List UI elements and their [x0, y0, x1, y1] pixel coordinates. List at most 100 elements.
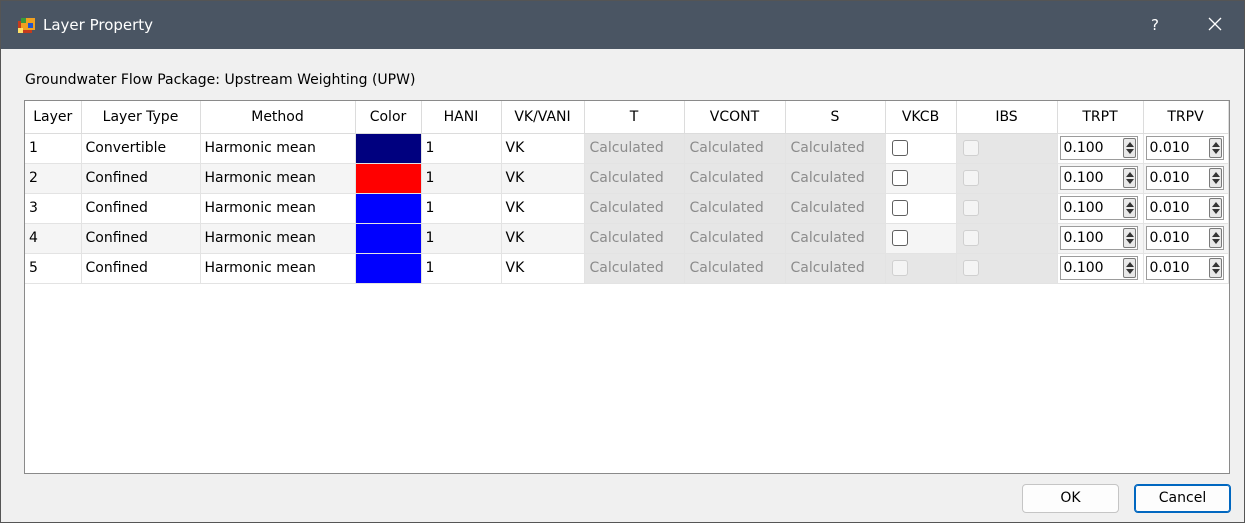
color-swatch[interactable]: [355, 133, 420, 162]
cell-color[interactable]: [355, 193, 422, 224]
spin-down-arrow-icon[interactable]: [1125, 179, 1134, 184]
cell-method[interactable]: Harmonic mean: [200, 223, 356, 254]
cell-color[interactable]: [355, 163, 422, 194]
spin-buttons[interactable]: [1208, 258, 1222, 278]
trpt-value[interactable]: 0.100: [1064, 260, 1104, 277]
spin-up-arrow-icon[interactable]: [1211, 232, 1220, 237]
cell-vk-vani[interactable]: VK: [501, 133, 585, 164]
spin-down-arrow-icon[interactable]: [1211, 269, 1220, 274]
cell-layer[interactable]: 2: [25, 163, 82, 194]
cell-trpt[interactable]: 0.100: [1057, 193, 1144, 224]
cell-trpt[interactable]: 0.100: [1057, 163, 1144, 194]
column-header-t[interactable]: T: [584, 101, 685, 134]
spin-up-arrow-icon[interactable]: [1125, 172, 1134, 177]
cell-layer[interactable]: 5: [25, 253, 82, 284]
cell-method[interactable]: Harmonic mean: [200, 193, 356, 224]
column-header-trpt[interactable]: TRPT: [1057, 101, 1144, 134]
spin-buttons[interactable]: [1122, 198, 1136, 218]
cell-vkcb[interactable]: [885, 133, 957, 164]
trpv-value[interactable]: 0.010: [1150, 260, 1190, 277]
table-row[interactable]: 1 Convertible Harmonic mean 1 VK Calculated Ca…: [25, 133, 1229, 164]
cell-hani[interactable]: 1: [421, 253, 502, 284]
trpv-spinbox[interactable]: 0.010: [1145, 166, 1224, 190]
trpv-spinbox[interactable]: 0.010: [1145, 256, 1224, 280]
trpt-value[interactable]: 0.100: [1064, 200, 1104, 217]
cell-method[interactable]: Harmonic mean: [200, 163, 356, 194]
cell-vkcb[interactable]: [885, 163, 957, 194]
trpt-value[interactable]: 0.100: [1064, 230, 1104, 247]
vkcb-checkbox[interactable]: [891, 140, 908, 156]
spin-up-arrow-icon[interactable]: [1211, 262, 1220, 267]
column-header-vkcb[interactable]: VKCB: [885, 101, 957, 134]
cell-layer[interactable]: 3: [25, 193, 82, 224]
help-button[interactable]: ?: [1137, 11, 1173, 39]
cell-trpv[interactable]: 0.010: [1143, 223, 1229, 254]
spin-buttons[interactable]: [1208, 228, 1222, 248]
cell-trpt[interactable]: 0.100: [1057, 223, 1144, 254]
spin-buttons[interactable]: [1122, 138, 1136, 158]
trpt-value[interactable]: 0.100: [1064, 140, 1104, 157]
spin-down-arrow-icon[interactable]: [1125, 269, 1134, 274]
spin-up-arrow-icon[interactable]: [1211, 172, 1220, 177]
spin-down-arrow-icon[interactable]: [1125, 239, 1134, 244]
cell-vk-vani[interactable]: VK: [501, 193, 585, 224]
spin-buttons[interactable]: [1122, 228, 1136, 248]
cell-layer-type[interactable]: Confined: [81, 193, 201, 224]
cell-hani[interactable]: 1: [421, 193, 502, 224]
column-header-s[interactable]: S: [785, 101, 886, 134]
trpv-spinbox[interactable]: 0.010: [1145, 226, 1224, 250]
column-header-trpv[interactable]: TRPV: [1143, 101, 1229, 134]
trpt-value[interactable]: 0.100: [1064, 170, 1104, 187]
spin-up-arrow-icon[interactable]: [1125, 262, 1134, 267]
cell-trpt[interactable]: 0.100: [1057, 133, 1144, 164]
table-row[interactable]: 2 Confined Harmonic mean 1 VK Calculated Calcu…: [25, 163, 1229, 194]
cell-hani[interactable]: 1: [421, 163, 502, 194]
column-header-vk-vani[interactable]: VK/VANI: [501, 101, 585, 134]
spin-up-arrow-icon[interactable]: [1125, 142, 1134, 147]
cell-hani[interactable]: 1: [421, 223, 502, 254]
color-swatch[interactable]: [355, 223, 420, 252]
cell-method[interactable]: Harmonic mean: [200, 133, 356, 164]
column-header-layer-type[interactable]: Layer Type: [81, 101, 201, 134]
trpv-value[interactable]: 0.010: [1150, 200, 1190, 217]
color-swatch[interactable]: [355, 193, 420, 222]
cell-layer-type[interactable]: Convertible: [81, 133, 201, 164]
close-button[interactable]: [1197, 10, 1233, 40]
spin-down-arrow-icon[interactable]: [1211, 239, 1220, 244]
cell-trpv[interactable]: 0.010: [1143, 133, 1229, 164]
spin-buttons[interactable]: [1208, 138, 1222, 158]
trpv-value[interactable]: 0.010: [1150, 170, 1190, 187]
cell-vk-vani[interactable]: VK: [501, 163, 585, 194]
trpv-spinbox[interactable]: 0.010: [1145, 196, 1224, 220]
cell-vkcb[interactable]: [885, 193, 957, 224]
trpt-spinbox[interactable]: 0.100: [1059, 226, 1138, 250]
spin-down-arrow-icon[interactable]: [1125, 209, 1134, 214]
column-header-layer[interactable]: Layer: [25, 101, 82, 134]
table-row[interactable]: 5 Confined Harmonic mean 1 VK Calculated Calcu…: [25, 253, 1229, 284]
table-row[interactable]: 3 Confined Harmonic mean 1 VK Calculated Calcu…: [25, 193, 1229, 224]
cell-color[interactable]: [355, 133, 422, 164]
cell-trpv[interactable]: 0.010: [1143, 253, 1229, 284]
column-header-vcont[interactable]: VCONT: [684, 101, 786, 134]
color-swatch[interactable]: [355, 163, 420, 192]
cell-layer-type[interactable]: Confined: [81, 253, 201, 284]
cell-layer-type[interactable]: Confined: [81, 163, 201, 194]
spin-down-arrow-icon[interactable]: [1211, 179, 1220, 184]
cell-trpv[interactable]: 0.010: [1143, 193, 1229, 224]
vkcb-checkbox[interactable]: [891, 170, 908, 186]
trpt-spinbox[interactable]: 0.100: [1059, 256, 1138, 280]
cell-color[interactable]: [355, 253, 422, 284]
spin-buttons[interactable]: [1122, 168, 1136, 188]
spin-buttons[interactable]: [1122, 258, 1136, 278]
trpv-spinbox[interactable]: 0.010: [1145, 136, 1224, 160]
cell-layer[interactable]: 1: [25, 133, 82, 164]
cell-layer[interactable]: 4: [25, 223, 82, 254]
trpt-spinbox[interactable]: 0.100: [1059, 196, 1138, 220]
column-header-ibs[interactable]: IBS: [956, 101, 1058, 134]
cancel-button[interactable]: Cancel: [1134, 484, 1231, 513]
spin-buttons[interactable]: [1208, 168, 1222, 188]
column-header-hani[interactable]: HANI: [421, 101, 502, 134]
cell-trpv[interactable]: 0.010: [1143, 163, 1229, 194]
title-bar[interactable]: Layer Property ?: [1, 1, 1244, 49]
column-header-color[interactable]: Color: [355, 101, 422, 134]
